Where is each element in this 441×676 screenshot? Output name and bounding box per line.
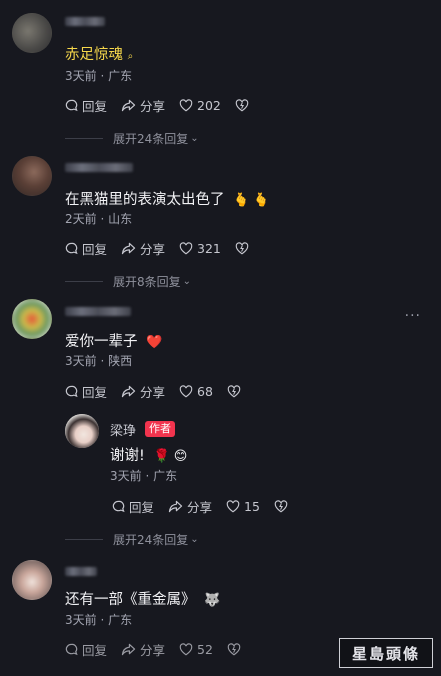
reply-button[interactable]: 回复 xyxy=(65,382,107,401)
chevron-down-icon: ⌄ xyxy=(190,133,199,144)
reply-icon xyxy=(65,99,78,111)
dislike-button[interactable] xyxy=(235,98,253,112)
reply-button[interactable]: 回复 xyxy=(65,96,107,115)
reply-button[interactable]: 回复 xyxy=(112,497,154,516)
dislike-button[interactable] xyxy=(227,642,245,656)
author-username[interactable]: 梁琤 xyxy=(110,420,136,439)
author-avatar[interactable] xyxy=(65,414,99,448)
emoji: 🫰 🫰 xyxy=(233,193,270,208)
emoji: 🌹 😊 xyxy=(153,449,188,464)
share-button[interactable]: 分享 xyxy=(121,239,165,258)
expand-replies-button[interactable]: 展开24条回复 ⌄ xyxy=(65,531,199,548)
author-badge: 作者 xyxy=(145,421,175,437)
comment-actions: 回复 分享 15 xyxy=(112,497,306,515)
comment-text[interactable]: 谢谢! 🌹 😊 xyxy=(110,444,187,465)
chevron-down-icon: ⌄ xyxy=(190,534,199,545)
comment-meta: 3天前 · 广东 xyxy=(65,613,133,627)
avatar[interactable] xyxy=(12,299,52,339)
reply-icon xyxy=(65,643,78,655)
comment-meta: 3天前 · 广东 xyxy=(110,469,178,483)
reply-button[interactable]: 回复 xyxy=(65,239,107,258)
reply-icon xyxy=(65,385,78,397)
broken-heart-icon xyxy=(235,241,249,254)
like-button[interactable]: 321 xyxy=(179,241,221,256)
heart-icon xyxy=(179,241,193,254)
search-icon[interactable]: ⌕ xyxy=(128,51,134,62)
expand-replies-button[interactable]: 展开8条回复 ⌄ xyxy=(65,273,191,290)
comment-meta: 2天前 · 山东 xyxy=(65,212,133,226)
like-button[interactable]: 52 xyxy=(179,642,213,657)
reply-icon xyxy=(112,500,125,512)
share-icon xyxy=(121,99,136,111)
comment-text[interactable]: 爱你一辈子 ❤️ xyxy=(65,330,162,351)
comment-meta: 3天前 · 广东 xyxy=(65,69,133,83)
share-button[interactable]: 分享 xyxy=(121,640,165,659)
broken-heart-icon xyxy=(227,384,241,397)
chevron-down-icon: ⌄ xyxy=(182,276,192,287)
dislike-button[interactable] xyxy=(235,241,253,255)
more-options-button[interactable]: ··· xyxy=(405,308,421,324)
share-icon xyxy=(121,643,136,655)
like-button[interactable]: 15 xyxy=(226,499,260,514)
comment-meta: 3天前 · 陕西 xyxy=(65,354,133,368)
comment-actions: 回复 分享 321 xyxy=(65,239,267,257)
share-icon xyxy=(121,385,136,397)
share-button[interactable]: 分享 xyxy=(121,382,165,401)
dislike-button[interactable] xyxy=(274,499,292,513)
avatar[interactable] xyxy=(12,156,52,196)
comment-actions: 回复 分享 68 xyxy=(65,382,259,400)
like-count: 202 xyxy=(197,97,221,113)
watermark-logo: 星島頭條 xyxy=(339,638,433,668)
heart-icon xyxy=(179,642,193,655)
like-count: 321 xyxy=(197,240,221,256)
heart-icon xyxy=(226,499,240,512)
divider-line xyxy=(65,138,103,139)
avatar[interactable] xyxy=(12,560,52,600)
broken-heart-icon xyxy=(235,98,249,111)
username-blurred[interactable] xyxy=(65,17,105,26)
dislike-button[interactable] xyxy=(227,384,245,398)
heart-icon xyxy=(179,98,193,111)
like-count: 15 xyxy=(244,498,260,514)
reply-icon xyxy=(65,242,78,254)
share-button[interactable]: 分享 xyxy=(168,497,212,516)
comment-actions: 回复 分享 52 xyxy=(65,640,259,658)
username-blurred[interactable] xyxy=(65,307,131,316)
comment-text[interactable]: 赤足惊魂 ⌕ xyxy=(65,43,133,64)
share-button[interactable]: 分享 xyxy=(121,96,165,115)
broken-heart-icon xyxy=(274,499,288,512)
expand-replies-button[interactable]: 展开24条回复 ⌄ xyxy=(65,130,199,147)
share-icon xyxy=(168,500,183,512)
broken-heart-icon xyxy=(227,642,241,655)
divider-line xyxy=(65,539,103,540)
like-count: 68 xyxy=(197,383,213,399)
comment-actions: 回复 分享 202 xyxy=(65,96,267,114)
share-icon xyxy=(121,242,136,254)
emoji: 🐺 xyxy=(204,593,221,608)
username-blurred[interactable] xyxy=(65,567,97,576)
comment-text[interactable]: 还有一部《重金属》 🐺 xyxy=(65,588,220,609)
heart-icon xyxy=(179,384,193,397)
reply-button[interactable]: 回复 xyxy=(65,640,107,659)
divider-line xyxy=(65,281,103,282)
like-button[interactable]: 68 xyxy=(179,384,213,399)
like-button[interactable]: 202 xyxy=(179,98,221,113)
comment-text[interactable]: 在黑猫里的表演太出色了 🫰 🫰 xyxy=(65,188,270,209)
avatar[interactable] xyxy=(12,13,52,53)
like-count: 52 xyxy=(197,641,213,657)
username-blurred[interactable] xyxy=(65,163,133,172)
heart-emoji: ❤️ xyxy=(146,335,163,350)
